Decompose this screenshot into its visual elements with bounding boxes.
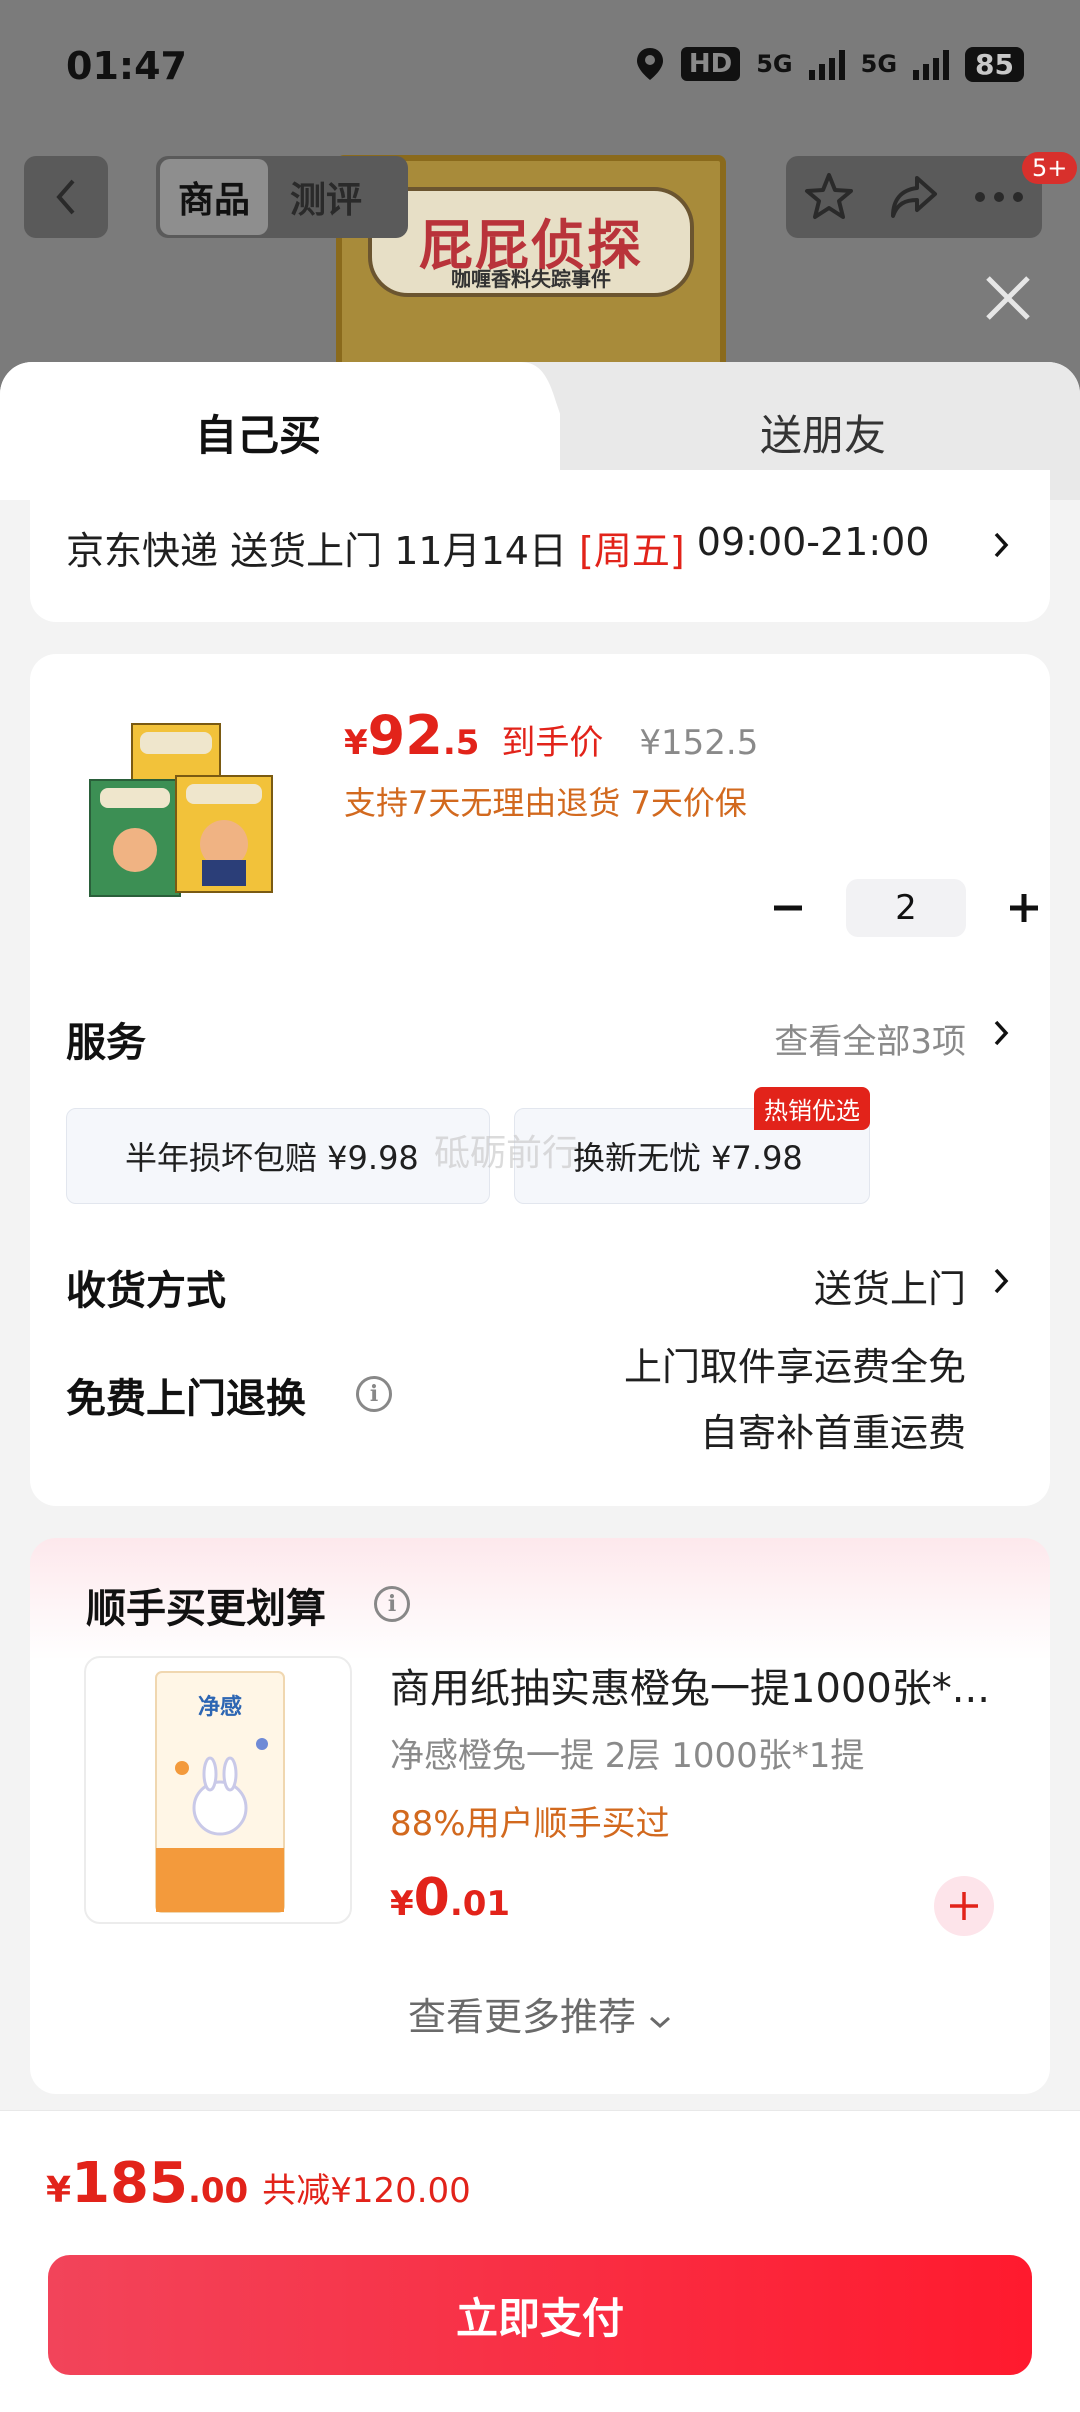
return-policy: 支持7天无理由退货 7天价保	[344, 784, 747, 822]
chevron-right-icon[interactable]	[990, 1266, 1012, 1296]
minus-icon	[774, 905, 802, 911]
checkout-sheet: 自己买 送朋友 京东快递 送货上门 11月14日 [周五] 09:00-21:0…	[0, 362, 1080, 2412]
nav-tabs: 商品 测评	[156, 156, 408, 238]
tissue-pack-image: 净感	[155, 1671, 285, 1913]
price-currency: ¥	[344, 723, 368, 763]
delivery-carrier: 京东快递	[66, 529, 219, 573]
star-icon[interactable]	[802, 170, 856, 224]
service-title: 服务	[66, 1020, 146, 1066]
original-price: ¥152.5	[639, 723, 759, 763]
recommend-item-name[interactable]: 商用纸抽实惠橙兔一提1000张*...	[390, 1656, 1010, 1714]
net-label-2: 5G	[860, 50, 898, 78]
returns-line-1: 上门取件享运费全免	[623, 1345, 966, 1389]
service-option-label: 半年损坏包赔 ¥9.98	[125, 1139, 419, 1177]
status-bar: 01:47 HD 5G 5G 85	[0, 0, 1080, 140]
nav-actions	[786, 156, 1042, 238]
net-label-1: 5G	[756, 50, 793, 78]
chevron-right-icon[interactable]	[990, 1018, 1012, 1048]
total-currency: ¥	[46, 2170, 72, 2211]
product-card: ¥ 92 .5 到手价 ¥152.5 支持7天无理由退货 7天价保 2 服务 查…	[30, 654, 1050, 1506]
cover-frame: 屁屁侦探 咖喱香料失踪事件	[368, 187, 694, 297]
recommend-price-decimal: .01	[449, 1884, 511, 1924]
service-option-label: 换新无忧 ¥7.98	[573, 1139, 803, 1177]
price-integer: 92	[367, 704, 443, 767]
hot-badge: 热销优选	[754, 1087, 870, 1130]
plus-icon	[1010, 894, 1038, 922]
total-price: ¥ 185 .00 共减¥120.00	[46, 2151, 471, 2216]
plus-icon	[950, 1892, 978, 1920]
product-thumbnail	[89, 723, 273, 897]
more-icon[interactable]	[972, 187, 1026, 207]
location-icon	[636, 48, 663, 80]
delivery-card[interactable]: 京东快递 送货上门 11月14日 [周五] 09:00-21:00	[30, 470, 1050, 622]
tab-self-buy-label[interactable]: 自己买	[195, 402, 321, 463]
pay-now-button[interactable]: 立即支付	[48, 2255, 1032, 2375]
delivery-day: [周五]	[579, 529, 685, 573]
price-decimal: .5	[442, 723, 480, 763]
checkout-footer: ¥ 185 .00 共减¥120.00 立即支付	[0, 2110, 1080, 2412]
recommend-price-currency: ¥	[390, 1884, 414, 1924]
total-decimal: .00	[187, 2171, 249, 2211]
info-icon[interactable]: i	[356, 1376, 392, 1412]
returns-line-2: 自寄补首重运费	[699, 1411, 966, 1455]
service-option-damage[interactable]: 半年损坏包赔 ¥9.98	[66, 1108, 490, 1204]
price-line: ¥ 92 .5 到手价 ¥152.5	[344, 704, 758, 767]
chevron-left-icon	[56, 179, 75, 215]
price-tag: 到手价	[501, 723, 604, 763]
tab-product[interactable]: 商品	[160, 159, 269, 235]
chevron-right-icon	[994, 532, 1009, 558]
close-icon[interactable]	[982, 272, 1034, 324]
tissue-brand-text: 净感	[198, 1694, 242, 1720]
battery-icon: 85	[965, 46, 1024, 82]
add-recommend-button[interactable]	[934, 1876, 994, 1936]
status-time: 01:47	[66, 44, 187, 88]
view-more-recommendations[interactable]: 查看更多推荐	[30, 1986, 1050, 2041]
view-more-label: 查看更多推荐	[407, 1995, 636, 2039]
recommend-item-price: ¥ 0 .01	[390, 1868, 510, 1928]
delivery-info: 京东快递 送货上门 11月14日 [周五] 09:00-21:00	[66, 520, 930, 575]
delivery-window: 09:00-21:00	[696, 520, 930, 564]
signal-icon-1	[808, 48, 845, 80]
tab-gift-friend[interactable]: 送朋友	[760, 402, 886, 463]
signal-icon-2	[913, 48, 950, 80]
hd-icon: HD	[680, 47, 741, 81]
message-badge: 5+	[1022, 152, 1078, 184]
status-icons: HD 5G 5G 85	[635, 46, 1024, 82]
watermark: 砥砺前行	[434, 1133, 579, 1174]
chevron-down-icon	[650, 2016, 671, 2029]
recommend-price-integer: 0	[413, 1868, 450, 1928]
receiving-value[interactable]: 送货上门	[814, 1258, 966, 1313]
quantity-stepper: 2	[756, 876, 1056, 940]
delivery-method: 送货上门	[230, 529, 383, 573]
returns-info: 上门取件享运费全免 自寄补首重运费	[624, 1334, 966, 1466]
cover-subtitle: 咖喱香料失踪事件	[451, 267, 611, 291]
decrease-button[interactable]	[756, 876, 820, 940]
share-icon[interactable]	[887, 170, 941, 224]
background-product-page: 01:47 HD 5G 5G 85 屁屁侦探 咖喱香料失踪事件 商品 测评 5+	[0, 0, 1080, 415]
service-view-all[interactable]: 查看全部3项	[774, 1014, 966, 1063]
recommend-item-spec: 净感橙兔一提 2层 1000张*1提	[390, 1736, 865, 1776]
tab-review[interactable]: 测评	[278, 159, 374, 235]
recommend-title: 顺手买更划算	[86, 1586, 326, 1632]
quantity-value[interactable]: 2	[846, 879, 966, 937]
recommend-item-image[interactable]: 净感	[84, 1656, 352, 1924]
recommend-card: 顺手买更划算 i 净感 商用纸抽实惠橙兔一提1000张*... 净感橙兔一提 2…	[30, 1538, 1050, 2094]
back-button[interactable]	[24, 156, 108, 238]
info-icon[interactable]: i	[374, 1586, 410, 1622]
returns-title: 免费上门退换	[66, 1376, 306, 1422]
recommend-item-social: 88%用户顺手买过	[390, 1804, 670, 1844]
total-integer: 185	[71, 2151, 188, 2216]
total-discount: 共减¥120.00	[262, 2171, 471, 2211]
delivery-date: 11月14日	[394, 529, 567, 573]
receiving-title: 收货方式	[66, 1268, 226, 1314]
increase-button[interactable]	[992, 876, 1056, 940]
